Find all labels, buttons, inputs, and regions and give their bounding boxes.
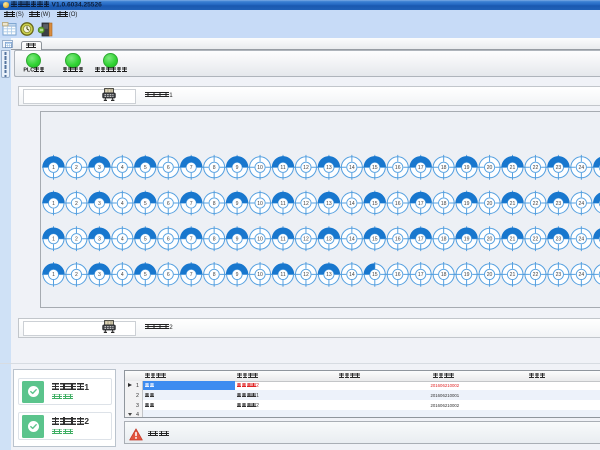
svg-text:5: 5 bbox=[144, 272, 147, 278]
svg-text:15: 15 bbox=[372, 272, 378, 278]
svg-text:7: 7 bbox=[190, 165, 193, 171]
svg-text:24: 24 bbox=[579, 165, 585, 171]
svg-text:13: 13 bbox=[326, 237, 332, 243]
svg-text:14: 14 bbox=[349, 165, 355, 171]
svg-text:6: 6 bbox=[167, 237, 170, 243]
svg-text:6: 6 bbox=[167, 272, 170, 278]
svg-text:6: 6 bbox=[167, 201, 170, 207]
svg-text:2: 2 bbox=[75, 272, 78, 278]
svg-text:18: 18 bbox=[441, 272, 447, 278]
svg-text:23: 23 bbox=[556, 165, 562, 171]
svg-text:21: 21 bbox=[510, 201, 516, 207]
svg-text:24: 24 bbox=[579, 272, 585, 278]
svg-text:20: 20 bbox=[487, 272, 493, 278]
svg-text:13: 13 bbox=[326, 165, 332, 171]
svg-text:12: 12 bbox=[303, 272, 309, 278]
svg-text:24: 24 bbox=[579, 237, 585, 243]
svg-text:17: 17 bbox=[418, 272, 424, 278]
svg-text:22: 22 bbox=[533, 165, 539, 171]
svg-text:2: 2 bbox=[75, 237, 78, 243]
svg-text:11: 11 bbox=[280, 272, 285, 278]
svg-text:3: 3 bbox=[98, 237, 101, 243]
svg-text:2: 2 bbox=[75, 165, 78, 171]
svg-text:23: 23 bbox=[556, 201, 562, 207]
svg-text:7: 7 bbox=[190, 237, 193, 243]
svg-text:8: 8 bbox=[213, 237, 216, 243]
svg-text:20: 20 bbox=[487, 237, 493, 243]
svg-text:5: 5 bbox=[144, 201, 147, 207]
svg-text:13: 13 bbox=[326, 201, 332, 207]
svg-text:21: 21 bbox=[510, 165, 516, 171]
svg-text:10: 10 bbox=[257, 165, 263, 171]
svg-text:4: 4 bbox=[121, 201, 124, 207]
svg-text:11: 11 bbox=[280, 237, 285, 243]
svg-text:16: 16 bbox=[395, 165, 401, 171]
svg-text:19: 19 bbox=[464, 237, 470, 243]
svg-text:18: 18 bbox=[441, 237, 447, 243]
svg-text:24: 24 bbox=[579, 201, 585, 207]
svg-text:5: 5 bbox=[144, 237, 147, 243]
svg-text:23: 23 bbox=[556, 272, 562, 278]
svg-text:9: 9 bbox=[236, 272, 239, 278]
svg-text:8: 8 bbox=[213, 201, 216, 207]
svg-text:3: 3 bbox=[98, 272, 101, 278]
svg-text:22: 22 bbox=[533, 201, 539, 207]
svg-text:1: 1 bbox=[52, 237, 55, 243]
svg-text:18: 18 bbox=[441, 165, 447, 171]
svg-text:10: 10 bbox=[257, 272, 263, 278]
svg-text:9: 9 bbox=[236, 237, 239, 243]
svg-text:22: 22 bbox=[533, 237, 539, 243]
svg-text:3: 3 bbox=[98, 201, 101, 207]
svg-text:12: 12 bbox=[303, 165, 309, 171]
svg-text:15: 15 bbox=[372, 201, 378, 207]
svg-text:14: 14 bbox=[349, 272, 355, 278]
svg-text:19: 19 bbox=[464, 165, 470, 171]
svg-text:3: 3 bbox=[98, 165, 101, 171]
svg-text:7: 7 bbox=[190, 272, 193, 278]
svg-text:8: 8 bbox=[213, 165, 216, 171]
svg-text:17: 17 bbox=[418, 237, 424, 243]
svg-text:5: 5 bbox=[144, 165, 147, 171]
svg-text:12: 12 bbox=[303, 201, 309, 207]
svg-text:9: 9 bbox=[236, 201, 239, 207]
svg-text:10: 10 bbox=[257, 237, 263, 243]
svg-text:20: 20 bbox=[487, 201, 493, 207]
svg-text:19: 19 bbox=[464, 272, 470, 278]
svg-text:6: 6 bbox=[167, 165, 170, 171]
svg-text:10: 10 bbox=[257, 201, 263, 207]
svg-text:14: 14 bbox=[349, 237, 355, 243]
svg-text:22: 22 bbox=[533, 272, 539, 278]
svg-text:21: 21 bbox=[510, 272, 516, 278]
svg-text:15: 15 bbox=[372, 165, 378, 171]
svg-text:1: 1 bbox=[52, 201, 55, 207]
svg-text:18: 18 bbox=[441, 201, 447, 207]
svg-text:7: 7 bbox=[190, 201, 193, 207]
svg-text:14: 14 bbox=[349, 201, 355, 207]
svg-text:17: 17 bbox=[418, 165, 424, 171]
svg-text:4: 4 bbox=[121, 165, 124, 171]
svg-text:20: 20 bbox=[487, 165, 493, 171]
svg-text:1: 1 bbox=[52, 165, 55, 171]
svg-text:8: 8 bbox=[213, 272, 216, 278]
svg-text:16: 16 bbox=[395, 237, 401, 243]
svg-text:21: 21 bbox=[510, 237, 516, 243]
svg-text:11: 11 bbox=[280, 165, 285, 171]
svg-text:11: 11 bbox=[280, 201, 285, 207]
svg-text:15: 15 bbox=[372, 237, 378, 243]
svg-text:12: 12 bbox=[303, 237, 309, 243]
svg-text:16: 16 bbox=[395, 201, 401, 207]
svg-text:2: 2 bbox=[75, 201, 78, 207]
svg-text:13: 13 bbox=[326, 272, 332, 278]
svg-text:23: 23 bbox=[556, 237, 562, 243]
svg-text:4: 4 bbox=[121, 237, 124, 243]
svg-text:16: 16 bbox=[395, 272, 401, 278]
svg-text:9: 9 bbox=[236, 165, 239, 171]
svg-text:17: 17 bbox=[418, 201, 424, 207]
svg-text:19: 19 bbox=[464, 201, 470, 207]
svg-text:4: 4 bbox=[121, 272, 124, 278]
svg-text:1: 1 bbox=[52, 272, 55, 278]
